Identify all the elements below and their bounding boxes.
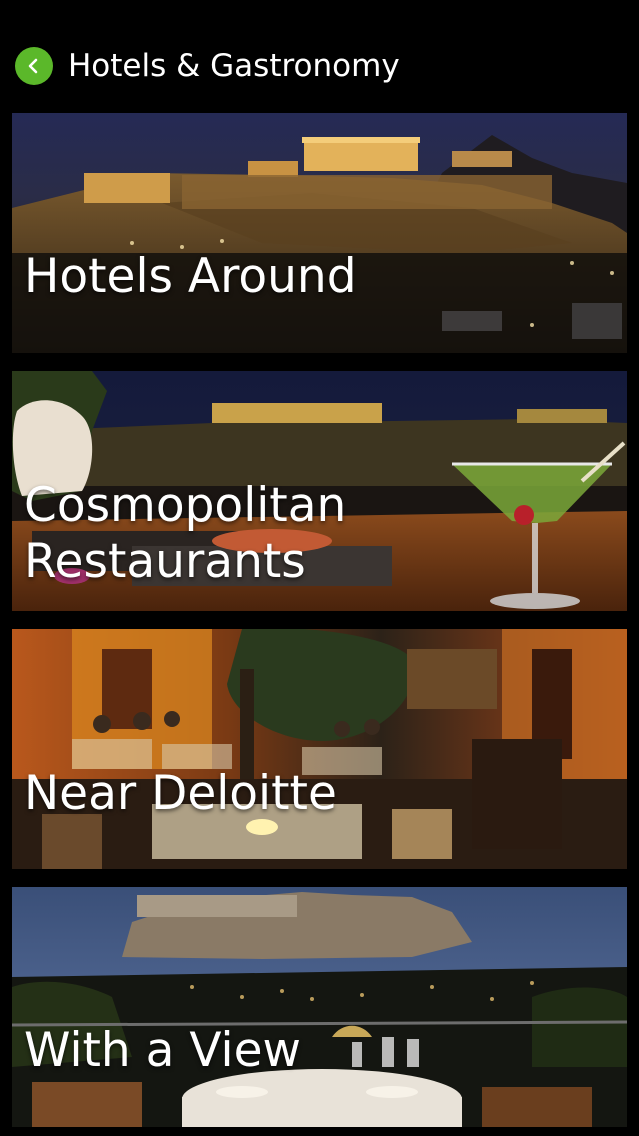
street-taverna-image [12, 629, 627, 869]
app-header: Hotels & Gastronomy [0, 0, 639, 112]
acropolis-night-image [12, 113, 627, 353]
category-card-hotels-around[interactable]: Hotels Around [12, 113, 627, 353]
category-card-near-deloitte[interactable]: Near Deloitte [12, 629, 627, 869]
card-label: Hotels Around [24, 249, 357, 304]
card-label: Near Deloitte [24, 766, 337, 821]
page-title: Hotels & Gastronomy [68, 48, 400, 84]
back-button[interactable] [15, 47, 53, 85]
card-label: Cosmopolitan Restaurants [24, 478, 347, 589]
card-label: With a View [24, 1023, 301, 1078]
category-card-cosmopolitan-restaurants[interactable]: Cosmopolitan Restaurants [12, 371, 627, 611]
terrace-view-image [12, 887, 627, 1127]
chevron-left-icon [28, 58, 38, 74]
category-card-with-a-view[interactable]: With a View [12, 887, 627, 1127]
